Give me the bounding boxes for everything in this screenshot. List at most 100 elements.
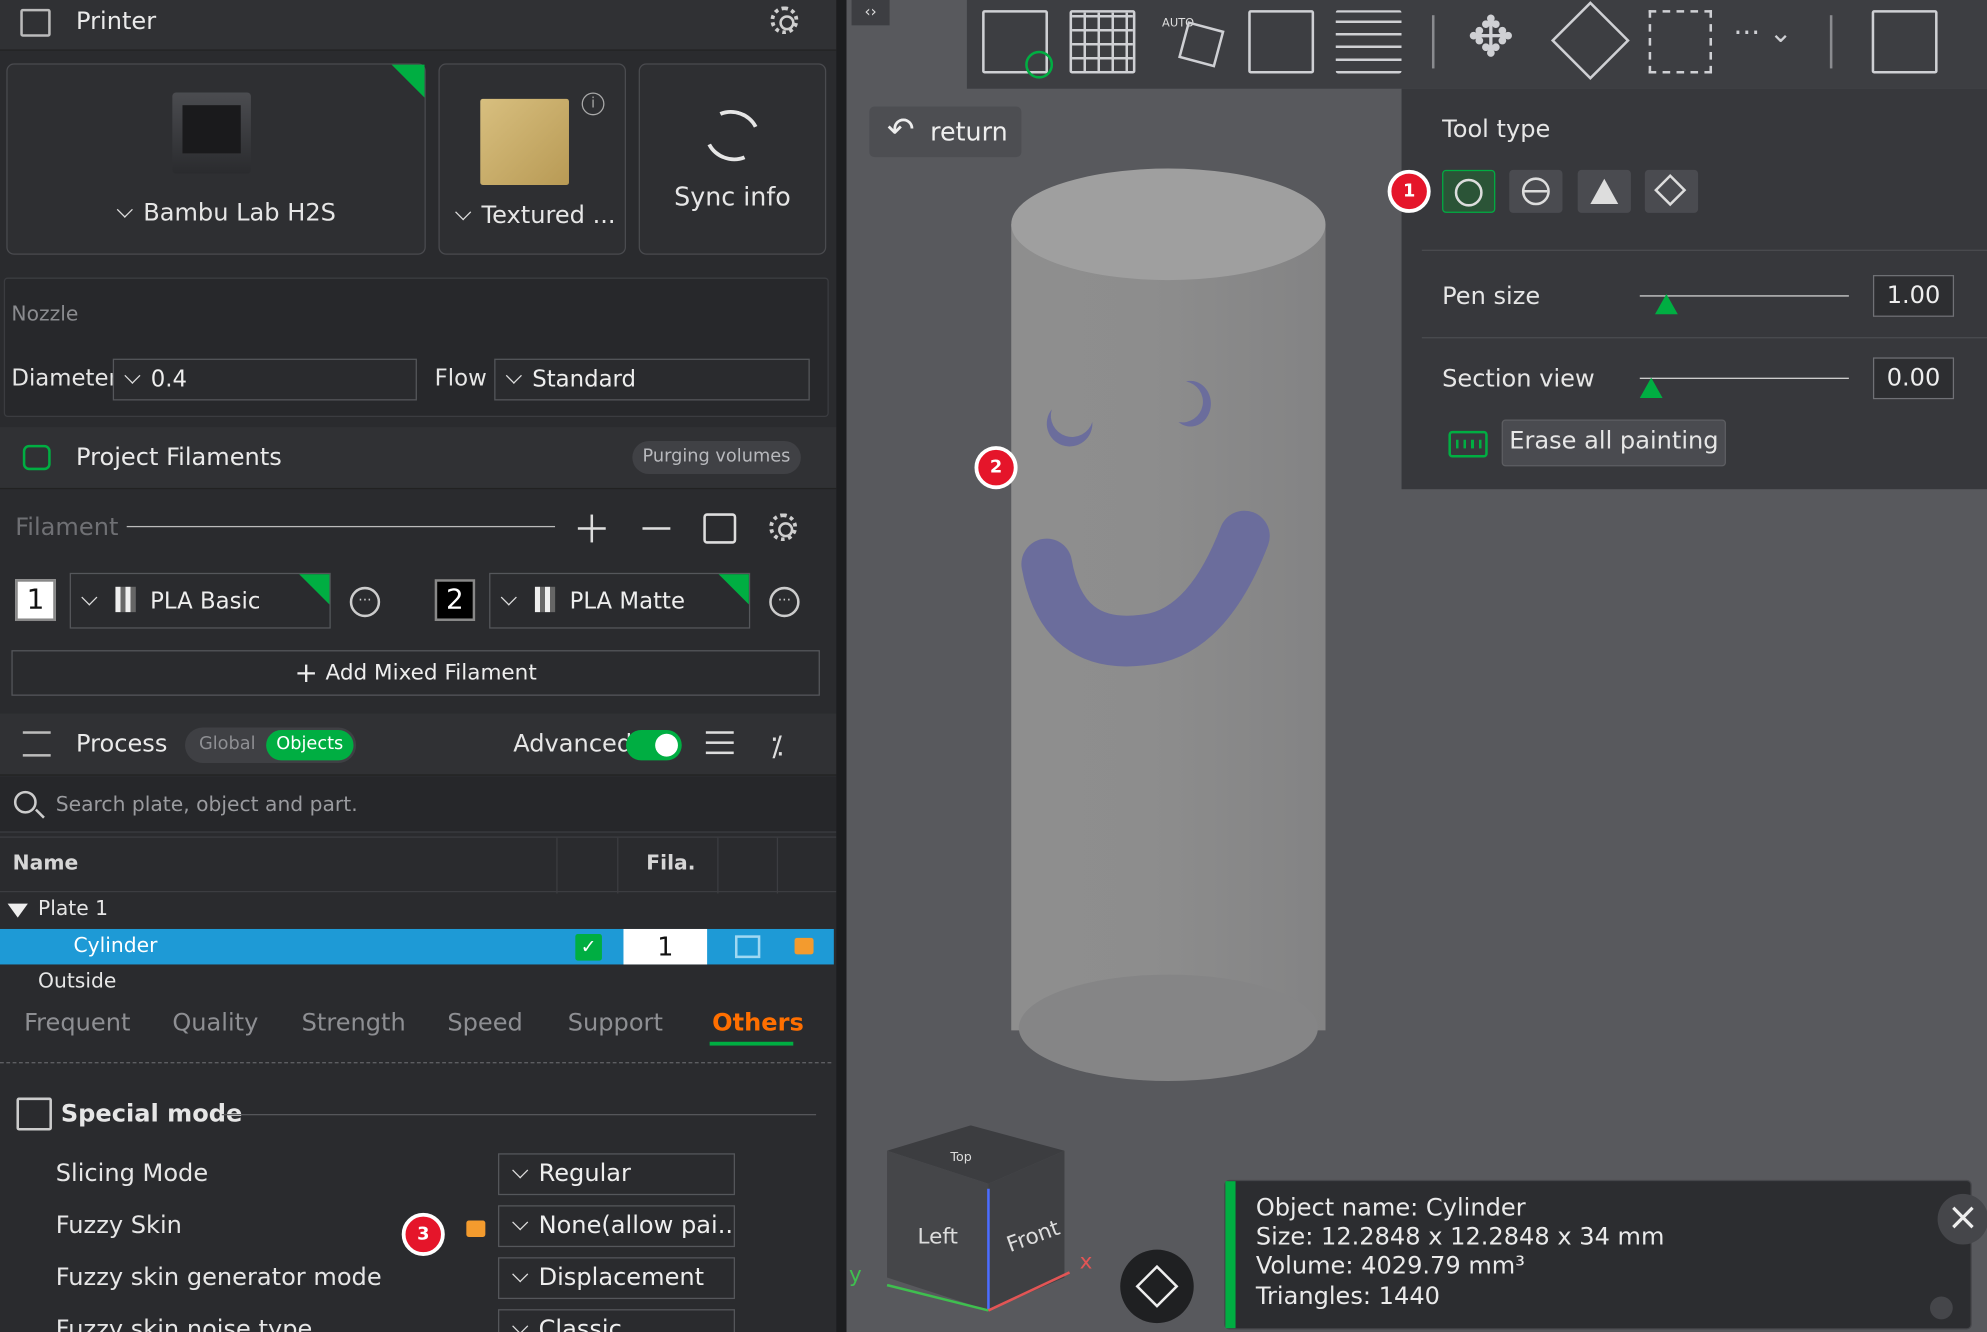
list-view-icon[interactable] [705, 731, 734, 755]
filament-divider [126, 525, 556, 528]
fuzzy-noise-select[interactable]: Classic [498, 1309, 735, 1332]
pen-size-label: Pen size [1442, 282, 1541, 311]
tab-frequent[interactable]: Frequent [24, 1009, 130, 1037]
plate-row[interactable]: Plate 1 [0, 893, 834, 926]
panel-splitter[interactable] [836, 0, 847, 1332]
printer-settings-icon[interactable] [770, 6, 799, 35]
chevron-down-icon [455, 204, 472, 221]
object-edit-icon[interactable] [734, 935, 761, 959]
tab-dashed-divider [0, 1062, 832, 1064]
filament-more-icon-1[interactable]: ··· [349, 586, 381, 618]
toggle-global[interactable]: Global [199, 734, 256, 754]
3d-viewport[interactable]: ‹› AUTO ✥ ··· ⌄ ↶ return Tool type Pen s… [846, 0, 1987, 1332]
lock-icon[interactable] [466, 1220, 486, 1237]
diameter-select[interactable]: 0.4 [112, 358, 417, 401]
plate-selector: Textured ... [455, 202, 616, 229]
advanced-switch[interactable] [626, 729, 682, 761]
add-mixed-filament-button[interactable]: + Add Mixed Filament [11, 650, 820, 696]
toolbar-divider [1431, 15, 1435, 69]
triangle-tool-button[interactable] [1577, 169, 1631, 213]
cylinder-model[interactable] [1011, 168, 1326, 1082]
sphere-tool-button[interactable] [1509, 169, 1563, 213]
reset-view-button[interactable] [1120, 1249, 1194, 1324]
tab-strength[interactable]: Strength [302, 1009, 406, 1037]
outside-row[interactable]: Outside [38, 968, 116, 992]
compare-icon[interactable]: ⁒ [770, 731, 783, 763]
tab-underline [709, 1041, 794, 1046]
return-icon: ↶ [887, 111, 915, 150]
search-box[interactable]: Search plate, object and part. [0, 776, 837, 833]
close-icon[interactable]: × [1937, 1193, 1987, 1245]
tab-support[interactable]: Support [568, 1009, 663, 1037]
nozzle-title: Nozzle [11, 301, 79, 326]
minimize-icon[interactable] [1929, 1296, 1953, 1320]
search-input[interactable]: Search plate, object and part. [56, 792, 358, 816]
expand-triangle-icon[interactable] [7, 903, 28, 918]
collapse-sidebar-icon[interactable]: ‹› [851, 0, 890, 26]
tab-quality[interactable]: Quality [172, 1009, 258, 1037]
diameter-label: Diameter [11, 364, 118, 392]
return-button[interactable]: ↶ return [869, 106, 1022, 158]
flow-value: Standard [532, 366, 637, 393]
col-divider [776, 837, 779, 894]
purging-volumes-button[interactable]: Purging volumes [632, 441, 801, 474]
move-icon[interactable]: ✥ [1467, 5, 1514, 70]
section-view-slider[interactable] [1639, 377, 1849, 379]
paint-tool-panel: Tool type Pen size 1.00 Section view 0.0 [1401, 88, 1987, 490]
special-mode-icon [16, 1097, 52, 1131]
filament-settings-icon[interactable] [769, 513, 798, 542]
auto-arrange-icon[interactable]: AUTO [1160, 10, 1226, 73]
tab-speed[interactable]: Speed [447, 1009, 522, 1037]
tab-others[interactable]: Others [712, 1009, 804, 1037]
scale-icon[interactable] [1648, 10, 1713, 74]
object-filament-index[interactable]: 1 [623, 928, 708, 965]
rotate-icon[interactable] [1550, 1, 1630, 80]
triangle-icon [1590, 178, 1619, 205]
fuzzy-skin-label: Fuzzy Skin [55, 1211, 182, 1240]
slicing-mode-select[interactable]: Regular [498, 1153, 735, 1196]
filament-sync-icon[interactable] [703, 513, 737, 544]
remove-filament-icon[interactable] [642, 527, 671, 530]
filament-more-icon-2[interactable]: ··· [769, 586, 800, 618]
fuzzy-generator-select[interactable]: Displacement [498, 1257, 735, 1300]
sync-info-button[interactable]: Sync info [638, 63, 827, 255]
circle-tool-button[interactable] [1442, 169, 1496, 213]
more-tools-icon[interactable]: ··· ⌄ [1734, 18, 1793, 50]
view-cube[interactable]: Top Left Front x y [849, 1125, 1092, 1315]
plate-card[interactable]: i Textured ... [438, 63, 627, 255]
tool-type-label: Tool type [1442, 115, 1551, 144]
erase-all-painting-button[interactable]: Erase all painting [1501, 419, 1727, 467]
object-table-header: Name Fila. [0, 836, 837, 894]
pen-size-thumb[interactable] [1654, 294, 1678, 315]
add-plate-icon[interactable] [1069, 10, 1136, 74]
add-filament-icon[interactable] [577, 514, 606, 543]
section-view-thumb[interactable] [1639, 377, 1663, 398]
printable-check-icon[interactable]: ✓ [575, 934, 602, 961]
filaments-title: Project Filaments [76, 443, 282, 472]
fuzzy-noise-label: Fuzzy skin noise type [55, 1315, 313, 1332]
filament-select-2[interactable]: PLA Matte [489, 572, 751, 629]
add-cube-icon[interactable] [982, 10, 1054, 79]
unlock-icon[interactable] [794, 937, 814, 955]
layout-icon[interactable] [1248, 10, 1315, 74]
sync-icon [697, 102, 768, 169]
section-view-input[interactable]: 0.00 [1872, 357, 1955, 400]
flow-select[interactable]: Standard [494, 358, 810, 401]
panel-divider [1421, 249, 1987, 251]
fuzzy-skin-select[interactable]: None(allow pai... [498, 1205, 735, 1248]
selected-check-icon [718, 574, 749, 605]
global-objects-toggle[interactable]: Global Objects [185, 727, 357, 763]
filament-select-1[interactable]: PLA Basic [69, 572, 331, 629]
info-icon[interactable]: i [581, 92, 605, 116]
step-badge-3: 3 [401, 1212, 445, 1256]
cylinder-row[interactable]: Cylinder ✓ 1 [0, 928, 834, 965]
paint-tool-icon[interactable] [1871, 10, 1938, 74]
fill-tool-button[interactable] [1644, 169, 1699, 213]
keyboard-shortcuts-icon[interactable] [1448, 430, 1488, 458]
pen-size-input[interactable]: 1.00 [1872, 275, 1955, 317]
toggle-objects[interactable]: Objects [266, 729, 354, 761]
printer-card[interactable]: Bambu Lab H2S [6, 63, 426, 255]
layers-icon[interactable] [1335, 10, 1402, 74]
view-cube-svg[interactable] [882, 1125, 1097, 1315]
chevron-down-icon [81, 589, 98, 606]
